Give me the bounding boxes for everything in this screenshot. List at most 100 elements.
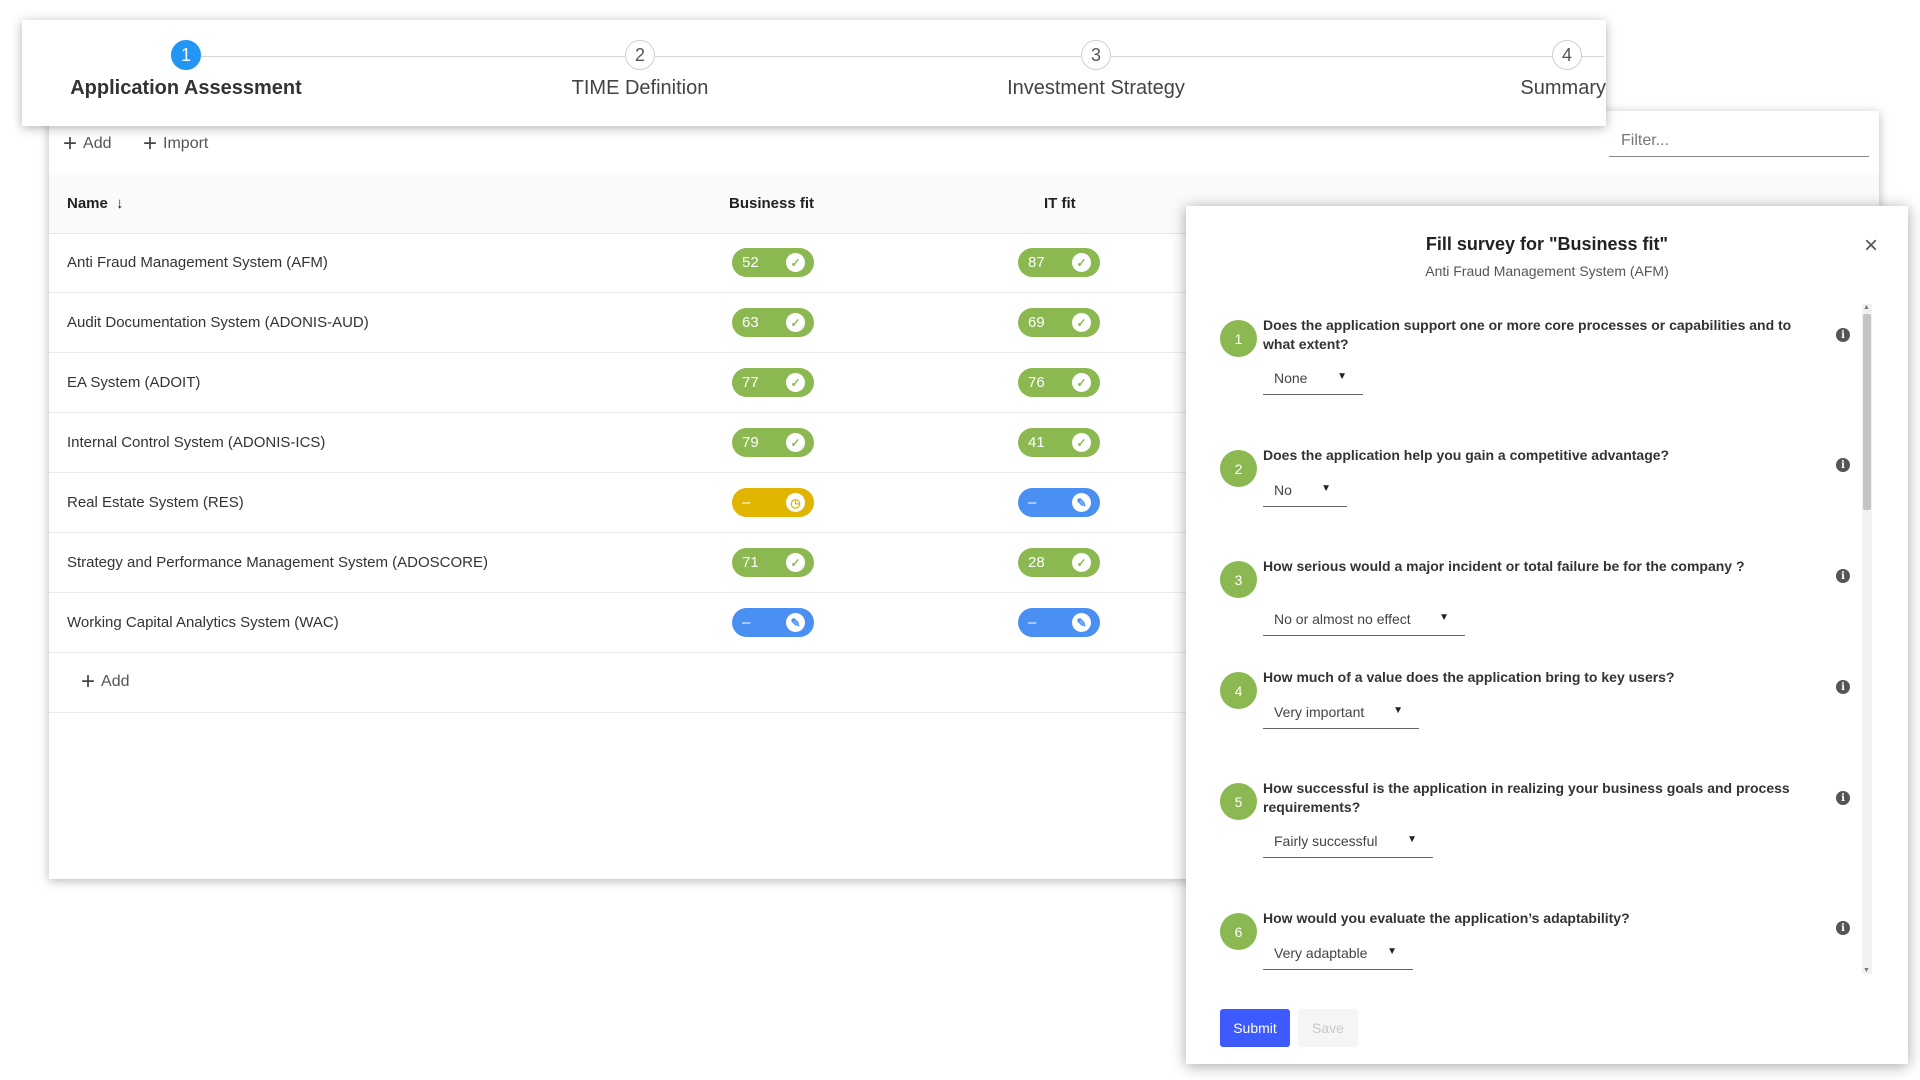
answer-select-value: Very adaptable: [1274, 945, 1368, 961]
question-number: 4: [1220, 672, 1257, 709]
question-text: Does the application support one or more…: [1263, 317, 1792, 352]
it-fit-badge[interactable]: 76 ✓: [1018, 368, 1100, 397]
business-fit-value: 79: [742, 434, 759, 451]
scroll-down-icon[interactable]: ▼: [1863, 967, 1870, 974]
it-fit-value: –: [1028, 614, 1037, 631]
column-header-name-label: Name: [67, 195, 108, 212]
answer-select[interactable]: Fairly successful ▼: [1263, 821, 1433, 858]
answer-select[interactable]: None ▼: [1263, 358, 1363, 395]
question-number: 2: [1220, 450, 1257, 487]
caret-down-icon: ▼: [1337, 371, 1347, 382]
caret-down-icon: ▼: [1393, 705, 1403, 716]
dialog-subtitle: Anti Fraud Management System (AFM): [1425, 263, 1669, 279]
add-row-button[interactable]: + Add: [81, 668, 130, 695]
question-text: How successful is the application in rea…: [1263, 780, 1790, 815]
save-button[interactable]: Save: [1298, 1009, 1358, 1047]
pencil-icon: ✎: [1072, 493, 1091, 512]
import-button[interactable]: + Import: [143, 132, 209, 156]
check-icon: ✓: [1072, 253, 1091, 272]
info-icon[interactable]: i: [1836, 680, 1850, 694]
add-button-label: Add: [83, 135, 112, 152]
it-fit-value: 69: [1028, 314, 1045, 331]
application-name: Working Capital Analytics System (WAC): [67, 614, 339, 631]
caret-down-icon: ▼: [1321, 483, 1331, 494]
info-icon[interactable]: i: [1836, 921, 1850, 935]
step-number-4: 4: [1552, 40, 1582, 70]
it-fit-badge[interactable]: 41 ✓: [1018, 428, 1100, 457]
answer-select-value: None: [1274, 370, 1308, 386]
survey-question: 6 How would you evaluate the application…: [1220, 897, 1860, 974]
caret-down-icon: ▼: [1407, 834, 1417, 845]
info-icon[interactable]: i: [1836, 791, 1850, 805]
answer-select[interactable]: Very important ▼: [1263, 692, 1419, 729]
plus-icon: +: [81, 668, 96, 695]
filter-input[interactable]: [1609, 125, 1869, 157]
check-icon: ✓: [1072, 373, 1091, 392]
scrollbar-thumb[interactable]: [1863, 314, 1871, 510]
step-summary[interactable]: 4 Summary: [1396, 40, 1606, 100]
info-icon[interactable]: i: [1836, 458, 1850, 472]
step-time-definition[interactable]: 2 TIME Definition: [490, 40, 790, 100]
scroll-up-icon[interactable]: ▲: [1863, 304, 1870, 311]
plus-icon: +: [63, 130, 78, 157]
answer-select[interactable]: Very adaptable ▼: [1263, 933, 1413, 970]
it-fit-badge[interactable]: 28 ✓: [1018, 548, 1100, 577]
close-icon[interactable]: ×: [1864, 232, 1878, 260]
step-label-4: Summary: [1520, 77, 1606, 99]
add-row-label: Add: [101, 673, 130, 690]
dialog-scrollbar[interactable]: ▲ ▼: [1862, 304, 1872, 974]
business-fit-badge[interactable]: 71 ✓: [732, 548, 814, 577]
answer-select-value: No: [1274, 482, 1292, 498]
business-fit-value: –: [742, 494, 751, 511]
business-fit-badge[interactable]: 77 ✓: [732, 368, 814, 397]
answer-select[interactable]: No ▼: [1263, 470, 1347, 507]
check-icon: ✓: [786, 433, 805, 452]
business-fit-badge[interactable]: 52 ✓: [732, 248, 814, 277]
answer-select-value: Very important: [1274, 704, 1365, 720]
column-header-business-fit[interactable]: Business fit: [729, 195, 814, 212]
info-icon[interactable]: i: [1836, 569, 1850, 583]
caret-down-icon: ▼: [1387, 946, 1397, 957]
survey-question: 2 Does the application help you gain a c…: [1220, 434, 1860, 544]
step-number-2: 2: [625, 40, 655, 70]
sort-arrow-icon: ↓: [116, 195, 124, 212]
business-fit-value: –: [742, 614, 751, 631]
business-fit-badge[interactable]: – ◷: [732, 488, 814, 517]
survey-question: 5 How successful is the application in r…: [1220, 767, 1860, 877]
column-header-name[interactable]: Name ↓: [67, 195, 124, 212]
survey-question: 1 Does the application support one or mo…: [1220, 304, 1860, 414]
add-button[interactable]: + Add: [63, 130, 112, 157]
info-icon[interactable]: i: [1836, 328, 1850, 342]
check-icon: ✓: [786, 253, 805, 272]
step-investment-strategy[interactable]: 3 Investment Strategy: [946, 40, 1246, 100]
it-fit-value: –: [1028, 494, 1037, 511]
check-icon: ✓: [786, 313, 805, 332]
clock-icon: ◷: [786, 493, 805, 512]
submit-button[interactable]: Submit: [1220, 1009, 1290, 1047]
question-text: Does the application help you gain a com…: [1263, 447, 1670, 463]
business-fit-badge[interactable]: 79 ✓: [732, 428, 814, 457]
it-fit-badge[interactable]: – ✎: [1018, 608, 1100, 637]
business-fit-value: 71: [742, 554, 759, 571]
question-number: 3: [1220, 561, 1257, 598]
question-number: 5: [1220, 783, 1257, 820]
survey-questions: 1 Does the application support one or mo…: [1186, 304, 1908, 974]
it-fit-badge[interactable]: 69 ✓: [1018, 308, 1100, 337]
application-name: EA System (ADOIT): [67, 374, 201, 391]
application-name: Real Estate System (RES): [67, 494, 244, 511]
check-icon: ✓: [786, 553, 805, 572]
import-button-label: Import: [163, 135, 209, 152]
stepper-line: [184, 56, 1604, 57]
it-fit-badge[interactable]: 87 ✓: [1018, 248, 1100, 277]
answer-select[interactable]: No or almost no effect ▼: [1263, 599, 1465, 636]
step-application-assessment[interactable]: 1 Application Assessment: [36, 40, 336, 100]
business-fit-value: 77: [742, 374, 759, 391]
it-fit-badge[interactable]: – ✎: [1018, 488, 1100, 517]
business-fit-badge[interactable]: – ✎: [732, 608, 814, 637]
survey-question: 3 How serious would a major incident or …: [1220, 545, 1860, 655]
answer-select-value: Fairly successful: [1274, 833, 1378, 849]
answer-select-value: No or almost no effect: [1274, 611, 1411, 627]
column-header-it-fit[interactable]: IT fit: [1044, 195, 1076, 212]
business-fit-badge[interactable]: 63 ✓: [732, 308, 814, 337]
pencil-icon: ✎: [786, 613, 805, 632]
